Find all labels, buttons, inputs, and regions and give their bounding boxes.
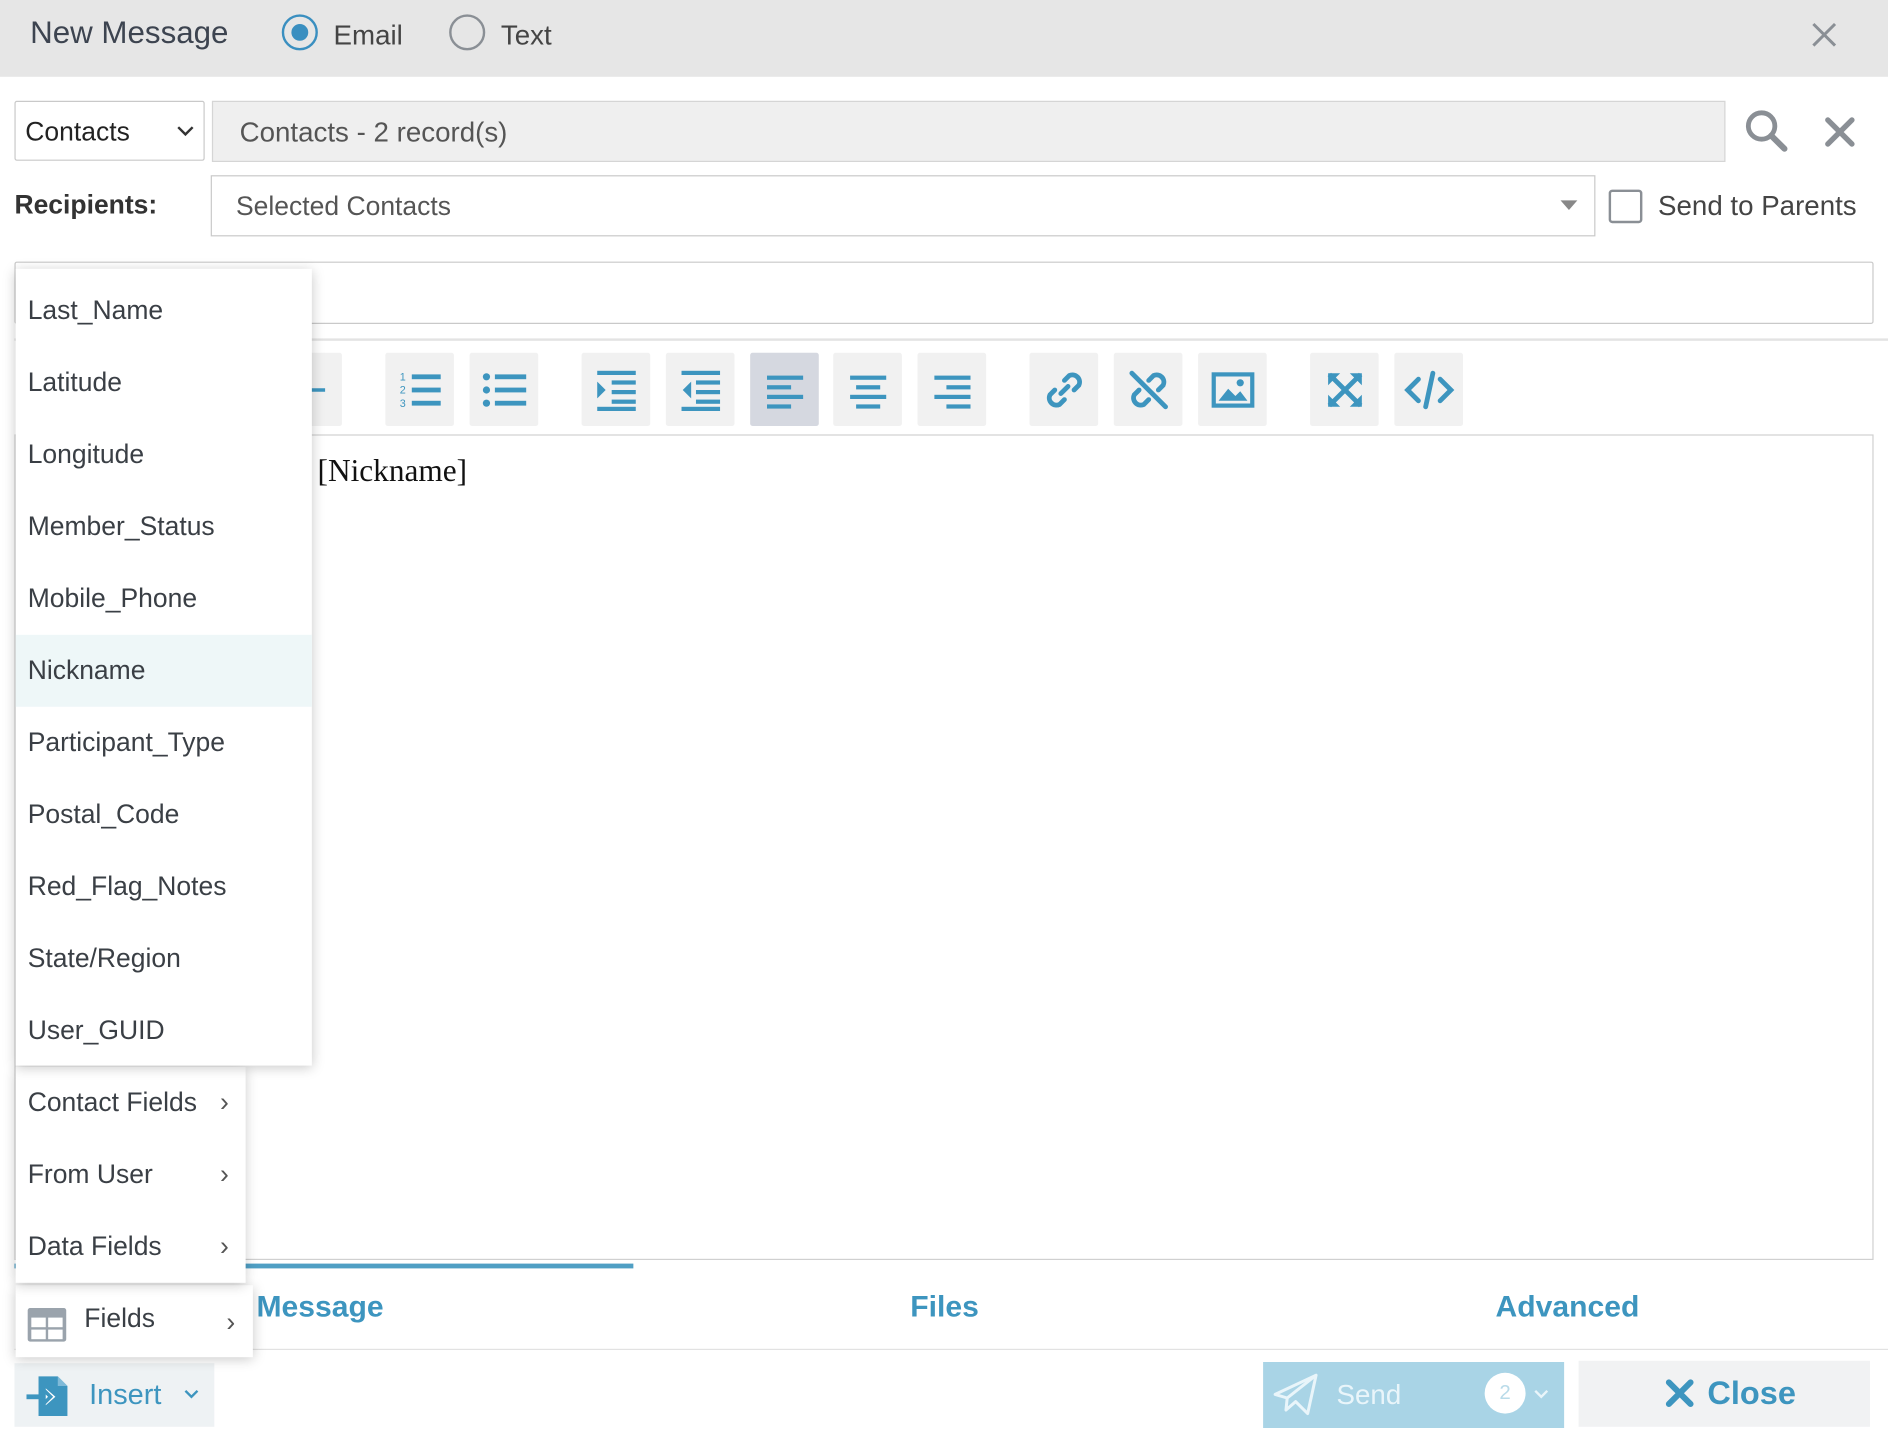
send-label: Send <box>1336 1378 1402 1410</box>
close-label: Close <box>1707 1375 1796 1412</box>
field-item-participant-type[interactable]: Participant_Type <box>16 707 312 779</box>
tab-message[interactable]: Message <box>256 1290 383 1325</box>
align-center-button[interactable] <box>833 352 902 427</box>
field-item-mobile-phone[interactable]: Mobile_Phone <box>16 563 312 635</box>
chevron-right-icon: › <box>219 1087 229 1118</box>
svg-text:3: 3 <box>399 397 405 409</box>
source-records-field[interactable]: Contacts - 2 record(s) <box>211 100 1726 162</box>
link-button[interactable] <box>1029 352 1099 427</box>
send-count-badge: 2 <box>1484 1372 1526 1414</box>
fields-menu-label[interactable]: Fields <box>84 1303 155 1334</box>
field-item-member-status[interactable]: Member_Status <box>16 491 312 563</box>
recipients-select[interactable]: Selected Contacts <box>210 175 1596 237</box>
insert-label[interactable]: Insert <box>89 1379 161 1413</box>
field-item-user-guid[interactable]: User_GUID <box>16 995 312 1067</box>
submenu-item-data-fields[interactable]: Data Fields › <box>16 1211 246 1283</box>
submenu-item-contact-fields[interactable]: Contact Fields › <box>16 1067 246 1139</box>
submenu-item-label: Contact Fields <box>27 1087 198 1118</box>
tab-advanced[interactable]: Advanced <box>1495 1290 1639 1325</box>
indent-button[interactable] <box>581 352 651 427</box>
field-item-postal-code[interactable]: Postal_Code <box>16 779 312 851</box>
recipients-value: Selected Contacts <box>236 190 451 221</box>
send-to-parents-label[interactable]: Send to Parents <box>1658 190 1857 222</box>
close-dialog-icon[interactable] <box>1806 17 1842 53</box>
submenu-item-label: From User <box>27 1159 153 1190</box>
align-right-button[interactable] <box>917 352 987 427</box>
text-radio-label[interactable]: Text <box>501 19 552 51</box>
table-icon <box>26 1307 67 1349</box>
clear-source-icon[interactable] <box>1821 113 1860 157</box>
email-radio-label[interactable]: Email <box>334 19 403 51</box>
fullscreen-button[interactable] <box>1310 352 1379 427</box>
image-button[interactable] <box>1198 352 1267 427</box>
insert-chevron-icon[interactable] <box>181 1382 203 1410</box>
chevron-down-icon <box>175 115 197 153</box>
insert-file-icon <box>24 1373 72 1427</box>
unlink-button[interactable] <box>1113 352 1183 427</box>
source-records-value: Contacts - 2 record(s) <box>239 116 508 148</box>
caret-down-icon <box>1560 200 1578 211</box>
submenu-item-from-user[interactable]: From User › <box>16 1139 246 1211</box>
tab-files[interactable]: Files <box>910 1290 979 1325</box>
source-type-value: Contacts <box>25 116 130 147</box>
email-radio[interactable] <box>281 14 318 51</box>
send-options-chevron-icon[interactable] <box>1530 1382 1552 1410</box>
field-item-red-flag-notes[interactable]: Red_Flag_Notes <box>16 851 312 923</box>
send-to-parents-checkbox[interactable] <box>1608 189 1643 224</box>
fields-submenu: Contact Fields › From User › Data Fields… <box>15 1066 246 1283</box>
insert-menu: Fields › <box>15 1285 253 1358</box>
paper-plane-icon <box>1272 1370 1320 1424</box>
unordered-list-button[interactable] <box>469 352 539 427</box>
source-type-select[interactable]: Contacts <box>14 100 205 161</box>
outdent-button[interactable] <box>665 352 735 427</box>
field-item-last-name[interactable]: Last_Name <box>16 275 312 347</box>
contact-fields-menu: Last_Name Latitude Longitude Member_Stat… <box>15 268 312 1067</box>
field-item-longitude[interactable]: Longitude <box>16 419 312 491</box>
align-left-button[interactable] <box>750 352 819 427</box>
svg-text:2: 2 <box>399 384 405 396</box>
field-item-latitude[interactable]: Latitude <box>16 347 312 419</box>
dialog-title: New Message <box>30 14 229 51</box>
tab-bar-divider <box>14 1348 1888 1350</box>
fields-chevron-icon: › <box>226 1306 236 1337</box>
field-item-state-region[interactable]: State/Region <box>16 923 312 995</box>
svg-text:1: 1 <box>399 371 405 383</box>
chevron-right-icon: › <box>219 1159 229 1190</box>
field-item-nickname[interactable]: Nickname <box>15 634 312 707</box>
close-x-icon <box>1664 1378 1695 1415</box>
recipients-label: Recipients: <box>14 189 158 220</box>
submenu-item-label: Data Fields <box>27 1231 162 1262</box>
ordered-list-button[interactable]: 1 2 3 <box>385 352 454 427</box>
text-radio[interactable] <box>449 14 486 51</box>
chevron-right-icon: › <box>219 1231 229 1262</box>
code-view-button[interactable] <box>1394 352 1463 427</box>
search-icon[interactable] <box>1744 108 1790 160</box>
editor-content: t [Nickname] <box>301 453 468 489</box>
